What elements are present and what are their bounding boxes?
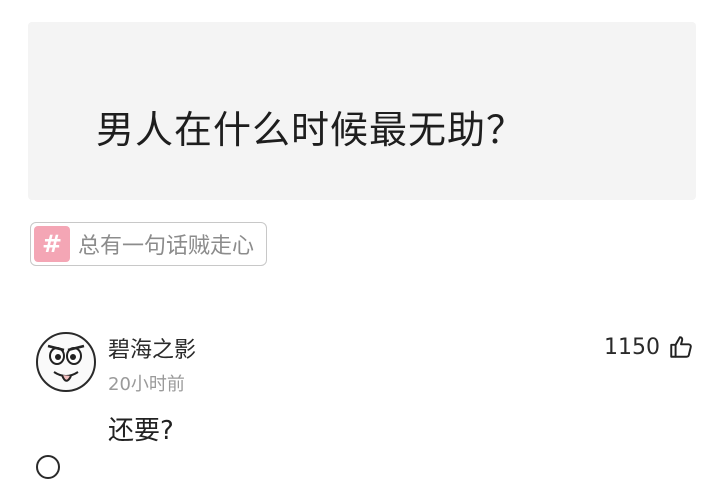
topic-tag[interactable]: # 总有一句话贼走心 bbox=[30, 222, 268, 266]
topic-label: 总有一句话贼走心 bbox=[78, 234, 255, 259]
comment-item: 碧海之影 20小时前 还要? 1150 bbox=[0, 326, 720, 463]
thumbs-up-icon bbox=[670, 336, 692, 358]
comment-text: 还要? bbox=[108, 416, 174, 446]
like-button[interactable]: 1150 bbox=[604, 334, 694, 360]
question-title: 男人在什么时候最无助？ bbox=[96, 107, 526, 152]
comment-timestamp: 20小时前 bbox=[108, 374, 185, 395]
hash-icon: # bbox=[34, 226, 70, 262]
comment-username[interactable]: 碧海之影 bbox=[108, 332, 196, 364]
next-comment-avatar bbox=[36, 455, 60, 479]
avatar[interactable] bbox=[36, 332, 96, 392]
cartoon-face-icon bbox=[47, 344, 85, 382]
like-count: 1150 bbox=[604, 334, 660, 360]
question-card: 男人在什么时候最无助？ bbox=[28, 22, 696, 200]
